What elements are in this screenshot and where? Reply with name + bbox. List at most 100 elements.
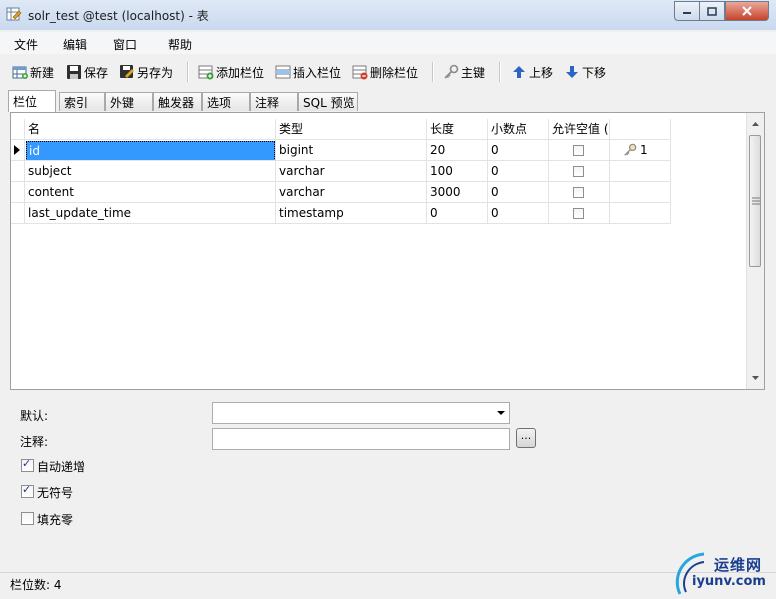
status-bar: 栏位数: 4 — [0, 572, 776, 599]
comment-input[interactable] — [212, 428, 510, 450]
column-header-decimals[interactable]: 小数点 — [488, 119, 549, 140]
field-decimals-cell[interactable]: 0 — [488, 140, 549, 161]
save-button[interactable]: 保存 — [66, 63, 108, 81]
field-length-cell[interactable]: 20 — [427, 140, 488, 161]
arrow-down-icon — [566, 66, 578, 78]
allow-null-checkbox[interactable] — [573, 187, 584, 198]
add-field-icon — [198, 65, 214, 80]
comment-ellipsis-button[interactable]: ... — [516, 428, 536, 448]
chevron-down-icon — [497, 411, 505, 415]
field-allow-null-cell[interactable] — [549, 161, 610, 182]
menu-help[interactable]: 帮助 — [168, 36, 192, 53]
maximize-button[interactable] — [699, 1, 725, 21]
unsigned-label: 无符号 — [37, 486, 74, 500]
zerofill-checkbox[interactable] — [21, 512, 34, 525]
field-key-cell[interactable] — [610, 203, 671, 224]
close-button[interactable] — [725, 1, 769, 21]
toolbar-separator — [432, 62, 434, 82]
column-header-allow-null[interactable]: 允许空值 ( — [549, 119, 610, 140]
field-type-cell[interactable]: timestamp — [276, 203, 427, 224]
row-indicator — [11, 203, 25, 224]
minimize-button[interactable] — [674, 1, 699, 21]
field-type-cell[interactable]: varchar — [276, 182, 427, 203]
tab-indexes[interactable]: 索引 — [59, 92, 105, 111]
field-key-cell[interactable] — [610, 161, 671, 182]
field-decimals-cell[interactable]: 0 — [488, 203, 549, 224]
field-decimals-cell[interactable]: 0 — [488, 182, 549, 203]
toolbar-separator — [499, 62, 501, 82]
menu-edit[interactable]: 编辑 — [63, 36, 87, 53]
field-length-cell[interactable]: 100 — [427, 161, 488, 182]
row-header-corner — [11, 119, 25, 140]
watermark-en: iyunv.com — [692, 574, 766, 589]
scroll-thumb[interactable] — [749, 135, 761, 267]
primary-key-button[interactable]: 主键 — [443, 63, 485, 81]
field-name-cell[interactable]: id — [26, 141, 275, 160]
unsigned-checkbox[interactable] — [21, 483, 34, 498]
row-indicator — [11, 182, 25, 203]
field-name-cell[interactable]: content — [25, 182, 276, 203]
table-row-1-name[interactable]: id — [25, 140, 276, 161]
scroll-up-icon[interactable] — [747, 117, 764, 131]
insert-field-button[interactable]: 插入栏位 — [275, 63, 341, 81]
current-row-arrow-icon — [14, 145, 20, 155]
toolbar: 新建 保存 另存为 添加栏位 插入栏位 删除栏位 主键 上移 下移 — [0, 58, 776, 86]
move-up-label: 上移 — [529, 65, 554, 80]
key-order: 1 — [640, 143, 648, 157]
grip-icon — [752, 197, 760, 205]
field-name-cell[interactable]: subject — [25, 161, 276, 182]
table-design-icon — [6, 7, 22, 21]
field-type-cell[interactable]: bigint — [276, 140, 427, 161]
save-icon — [67, 65, 81, 79]
row-indicator — [11, 161, 25, 182]
move-down-button[interactable]: 下移 — [564, 63, 606, 81]
title-bar: solr_test @test (localhost) - 表 — [0, 0, 776, 30]
grid-vertical-scrollbar[interactable] — [746, 113, 764, 389]
move-up-button[interactable]: 上移 — [511, 63, 553, 81]
field-type-cell[interactable]: varchar — [276, 161, 427, 182]
tab-label: 栏位 — [13, 95, 38, 109]
field-allow-null-cell[interactable] — [549, 203, 610, 224]
delete-field-button[interactable]: 删除栏位 — [352, 63, 418, 81]
save-as-label: 另存为 — [137, 65, 174, 80]
field-decimals-cell[interactable]: 0 — [488, 161, 549, 182]
minimize-icon — [683, 12, 691, 14]
window-title: solr_test @test (localhost) - 表 — [28, 9, 209, 23]
auto-increment-checkbox[interactable] — [21, 457, 34, 472]
tab-triggers[interactable]: 触发器 — [153, 92, 202, 111]
tab-options[interactable]: 选项 — [202, 92, 250, 111]
watermark-cn: 运维网 — [714, 556, 763, 574]
menu-window[interactable]: 窗口 — [113, 36, 137, 53]
menu-file[interactable]: 文件 — [14, 36, 38, 53]
tab-fields[interactable]: 栏位 — [8, 90, 56, 112]
field-key-cell[interactable]: 1 — [610, 140, 671, 161]
menu-bar: 文件 编辑 窗口 帮助 — [0, 32, 776, 54]
column-header-type[interactable]: 类型 — [276, 119, 427, 140]
toolbar-separator — [187, 62, 189, 82]
key-icon — [444, 64, 459, 79]
field-allow-null-cell[interactable] — [549, 182, 610, 203]
move-down-label: 下移 — [582, 65, 607, 80]
scroll-down-icon[interactable] — [747, 371, 764, 385]
fields-grid[interactable]: 名 类型 长度 小数点 允许空值 ( id bigint 20 0 1 subj… — [10, 112, 765, 390]
tab-sql-preview[interactable]: SQL 预览 — [298, 92, 358, 111]
field-allow-null-cell[interactable] — [549, 140, 610, 161]
save-as-button[interactable]: 另存为 — [119, 63, 173, 81]
tab-foreign-keys[interactable]: 外键 — [105, 92, 153, 111]
column-header-name[interactable]: 名 — [25, 119, 276, 140]
new-button[interactable]: 新建 — [12, 63, 54, 81]
delete-field-icon — [352, 65, 368, 80]
allow-null-checkbox[interactable] — [573, 166, 584, 177]
field-length-cell[interactable]: 3000 — [427, 182, 488, 203]
add-field-button[interactable]: 添加栏位 — [198, 63, 264, 81]
tab-comment[interactable]: 注释 — [250, 92, 298, 111]
comment-label: 注释: — [20, 435, 49, 449]
field-length-cell[interactable]: 0 — [427, 203, 488, 224]
field-key-cell[interactable] — [610, 182, 671, 203]
field-name-cell[interactable]: last_update_time — [25, 203, 276, 224]
column-header-key[interactable] — [610, 119, 671, 140]
column-header-length[interactable]: 长度 — [427, 119, 488, 140]
allow-null-checkbox[interactable] — [573, 208, 584, 219]
default-dropdown[interactable] — [212, 402, 510, 424]
allow-null-checkbox[interactable] — [573, 145, 584, 156]
